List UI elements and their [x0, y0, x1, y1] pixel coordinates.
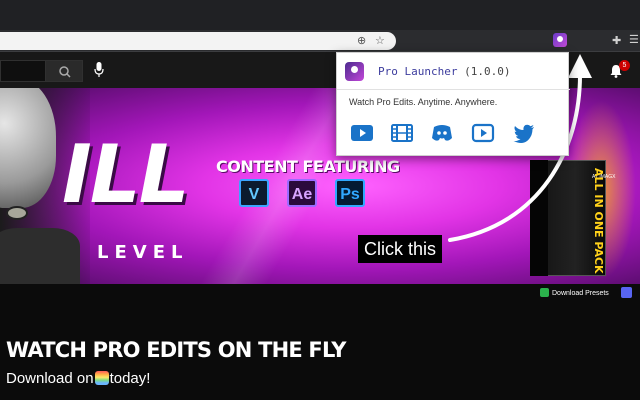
- search-icon: [59, 66, 71, 78]
- after-effects-logo-tile: Ae: [287, 179, 317, 207]
- banner-subtitle: LEVEL: [97, 242, 189, 263]
- popup-tagline: Watch Pro Edits. Anytime. Anywhere.: [349, 97, 498, 107]
- pro-launcher-logo: [345, 62, 364, 81]
- notification-badge: 5: [619, 60, 630, 71]
- popup-link-row: [337, 121, 570, 149]
- search-button[interactable]: [45, 60, 83, 82]
- vegas-logo-tile: V: [239, 179, 269, 207]
- content-featuring-heading: CONTENT FEATURING: [216, 157, 400, 176]
- extension-icon[interactable]: [553, 33, 567, 47]
- account-icon[interactable]: ⊕: [357, 34, 366, 48]
- photoshop-logo-tile: Ps: [335, 179, 365, 207]
- popup-divider: [337, 89, 570, 90]
- character-illustration: [0, 88, 56, 208]
- download-suffix: today!: [109, 370, 151, 387]
- character-body: [0, 228, 80, 284]
- browser-tabstrip: [0, 0, 640, 30]
- popup-title-name: Pro Launcher: [378, 65, 458, 78]
- banner-title: ILL: [62, 128, 190, 221]
- puzzle-icon[interactable]: ✚: [612, 34, 621, 47]
- download-icon: [540, 288, 549, 297]
- download-line: Download on today!: [6, 370, 150, 387]
- youtube-icon[interactable]: [350, 123, 374, 143]
- film-icon[interactable]: [390, 123, 414, 143]
- popup-title: Pro Launcher (1.0.0): [378, 65, 510, 78]
- microphone-icon[interactable]: [94, 62, 104, 78]
- twitter-icon[interactable]: [512, 123, 536, 143]
- search-input[interactable]: [0, 60, 45, 82]
- address-bar[interactable]: [0, 32, 396, 50]
- menu-icon[interactable]: ☰: [629, 33, 639, 46]
- download-presets-link[interactable]: Download Presets: [540, 288, 609, 297]
- extension-popup: Pro Launcher (1.0.0) Watch Pro Edits. An…: [336, 52, 570, 156]
- discord-mini-icon[interactable]: [621, 287, 632, 298]
- star-icon[interactable]: ☆: [375, 34, 385, 48]
- screenshot-root: ⊕ ☆ ✚ ☰ 5 ILL LEVEL CONTENT FEATURING V …: [0, 0, 640, 400]
- click-this-callout: Click this: [358, 235, 443, 263]
- popup-version: (1.0.0): [464, 65, 511, 78]
- download-presets-label: Download Presets: [552, 290, 609, 297]
- headline: WATCH PRO EDITS ON THE FLY: [6, 338, 347, 362]
- character-eye: [6, 206, 28, 220]
- browser-toolbar: ⊕ ☆: [0, 30, 640, 52]
- download-prefix: Download on: [6, 370, 94, 387]
- chrome-store-icon: [94, 371, 109, 385]
- discord-icon[interactable]: [430, 123, 454, 143]
- youtube-outline-icon[interactable]: [471, 123, 495, 143]
